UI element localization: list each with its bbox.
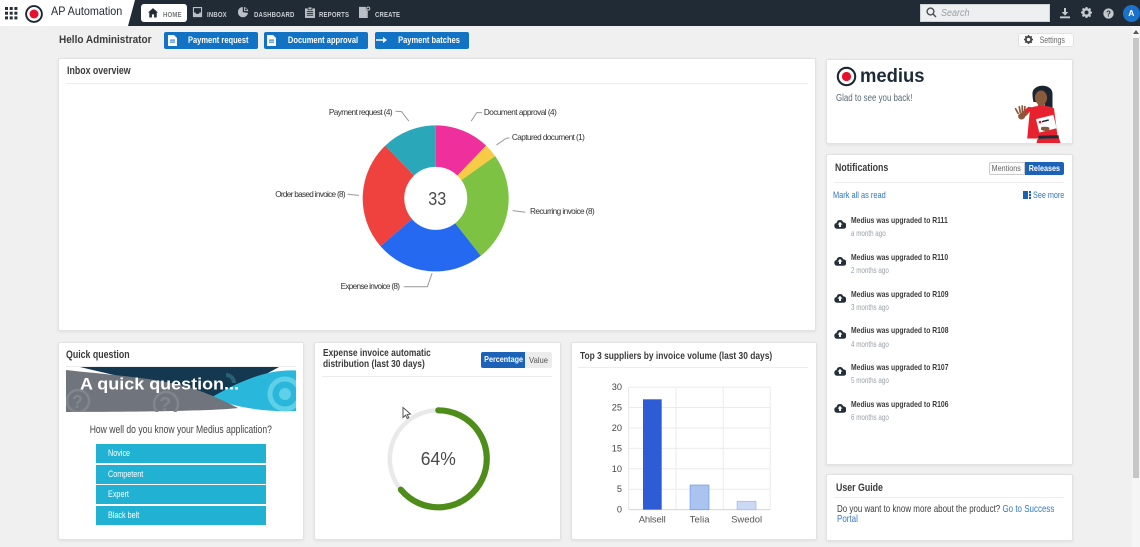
svg-text:?: ? xyxy=(72,392,83,412)
svg-text:Recurring invoice (8): Recurring invoice (8) xyxy=(530,207,595,216)
svg-text:Captured document (1): Captured document (1) xyxy=(512,133,585,142)
svg-text:30: 30 xyxy=(612,382,622,392)
svg-text:Document approval (4): Document approval (4) xyxy=(484,108,557,117)
svg-text:?: ? xyxy=(1106,9,1111,18)
svg-text:Order based invoice (8): Order based invoice (8) xyxy=(275,190,346,199)
svg-text:Swedol: Swedol xyxy=(731,515,762,526)
svg-text:Telia: Telia xyxy=(690,515,711,526)
svg-text:64%: 64% xyxy=(421,449,456,469)
svg-text:0: 0 xyxy=(617,505,622,515)
svg-text:33: 33 xyxy=(428,188,446,209)
svg-text:Ahlsell: Ahlsell xyxy=(639,515,666,526)
svg-text:20: 20 xyxy=(612,423,622,433)
svg-text:25: 25 xyxy=(612,403,622,413)
svg-text:?: ? xyxy=(159,394,171,412)
svg-text:Payment request (4): Payment request (4) xyxy=(329,108,393,117)
svg-text:Expense invoice (8): Expense invoice (8) xyxy=(341,282,401,291)
svg-text:15: 15 xyxy=(612,443,622,453)
svg-text:10: 10 xyxy=(612,464,622,474)
svg-text:A quick question...: A quick question... xyxy=(80,375,239,394)
svg-text:5: 5 xyxy=(617,484,622,494)
